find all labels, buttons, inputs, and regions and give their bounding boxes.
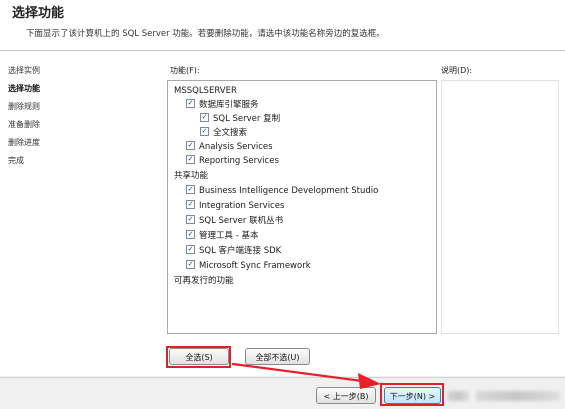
tree-label: Reporting Services (199, 156, 279, 166)
tree-item-full-text-search[interactable]: ✓ 全文搜索 (200, 126, 247, 140)
tree-label: Business Intelligence Development Studio (199, 186, 379, 196)
main-content: 功能(F): 说明(D): MSSQLSERVER ✓ 数据库引擎服务 ✓ SQL … (160, 51, 565, 376)
check-icon: ✓ (187, 245, 194, 253)
sidebar-item-select-instance[interactable]: 选择实例 (8, 65, 40, 76)
check-icon: ✓ (201, 113, 208, 121)
tree-label: 可再发行的功能 (174, 276, 234, 286)
checkbox[interactable]: ✓ (186, 215, 195, 224)
sidebar-item-complete[interactable]: 完成 (8, 155, 24, 166)
checkbox[interactable]: ✓ (200, 127, 209, 136)
tree-item-bids[interactable]: ✓ Business Intelligence Development Studi… (186, 184, 378, 198)
tree-group-redistributable: 可再发行的功能 (174, 274, 234, 288)
check-icon: ✓ (187, 141, 194, 149)
tree-label: SQL Server 联机丛书 (199, 216, 284, 226)
back-button[interactable]: < 上一步(B) (316, 387, 376, 404)
sidebar-item-removal-progress[interactable]: 删除进度 (8, 137, 40, 148)
check-icon: ✓ (187, 260, 194, 268)
tree-item-sync-framework[interactable]: ✓ Microsoft Sync Framework (186, 259, 311, 273)
checkbox[interactable]: ✓ (186, 155, 195, 164)
tree-item-analysis-services[interactable]: ✓ Analysis Services (186, 140, 273, 154)
checkbox[interactable]: ✓ (186, 99, 195, 108)
checkbox[interactable]: ✓ (186, 141, 195, 150)
description-box (441, 80, 559, 334)
checkbox[interactable]: ✓ (186, 200, 195, 209)
checkbox[interactable]: ✓ (186, 185, 195, 194)
obscured-button (447, 391, 469, 401)
sidebar-item-removal-rules[interactable]: 删除规则 (8, 101, 40, 112)
features-tree[interactable]: MSSQLSERVER ✓ 数据库引擎服务 ✓ SQL Server 复制 ✓ 全文搜… (167, 80, 437, 334)
tree-label: 共享功能 (174, 171, 209, 181)
header: 选择功能 下面显示了该计算机上的 SQL Server 功能。若要删除功能，请选… (0, 0, 565, 51)
tree-item-reporting-services[interactable]: ✓ Reporting Services (186, 154, 279, 168)
tree-item-books-online[interactable]: ✓ SQL Server 联机丛书 (186, 214, 283, 228)
tree-label: Integration Services (199, 201, 285, 211)
select-all-highlight (166, 346, 231, 368)
checkbox[interactable]: ✓ (186, 260, 195, 269)
tree-group-mssqlserver: MSSQLSERVER (174, 84, 237, 98)
check-icon: ✓ (187, 200, 194, 208)
tree-label: 数据库引擎服务 (199, 100, 259, 110)
check-icon: ✓ (201, 127, 208, 135)
description-label: 说明(D): (441, 66, 473, 75)
sidebar-item-select-features[interactable]: 选择功能 (8, 83, 40, 94)
footer: < 上一步(B) 下一步(N) > (0, 377, 565, 409)
sidebar-item-ready-to-remove[interactable]: 准备删除 (8, 119, 40, 130)
sidebar: 选择实例 选择功能 删除规则 准备删除 删除进度 完成 (0, 51, 160, 376)
tree-label: Analysis Services (199, 142, 273, 152)
tree-item-replication[interactable]: ✓ SQL Server 复制 (200, 112, 280, 126)
next-button-highlight (380, 383, 444, 406)
tree-item-client-sdk[interactable]: ✓ SQL 客户端连接 SDK (186, 244, 281, 258)
check-icon: ✓ (187, 99, 194, 107)
features-label: 功能(F): (170, 66, 200, 75)
tree-item-integration-services[interactable]: ✓ Integration Services (186, 199, 284, 213)
checkbox[interactable]: ✓ (186, 245, 195, 254)
tree-item-database-engine[interactable]: ✓ 数据库引擎服务 (186, 98, 259, 112)
check-icon: ✓ (187, 185, 194, 193)
page-subtitle: 下面显示了该计算机上的 SQL Server 功能。若要删除功能，请选中该功能名… (26, 29, 385, 39)
tree-item-management-tools[interactable]: ✓ 管理工具 - 基本 (186, 229, 258, 243)
tree-label: 管理工具 - 基本 (199, 231, 259, 241)
tree-label: MSSQLSERVER (174, 86, 237, 96)
tree-label: SQL 客户端连接 SDK (199, 246, 282, 256)
check-icon: ✓ (187, 230, 194, 238)
check-icon: ✓ (187, 215, 194, 223)
unselect-all-button[interactable]: 全部不选(U) (245, 348, 310, 365)
tree-label: SQL Server 复制 (213, 114, 281, 124)
tree-label: 全文搜索 (213, 128, 248, 138)
checkbox[interactable]: ✓ (186, 230, 195, 239)
page-title: 选择功能 (12, 6, 65, 21)
tree-label: Microsoft Sync Framework (199, 261, 311, 271)
check-icon: ✓ (187, 155, 194, 163)
tree-group-shared-features: 共享功能 (174, 169, 208, 183)
obscured-watermark (476, 391, 560, 401)
checkbox[interactable]: ✓ (200, 113, 209, 122)
